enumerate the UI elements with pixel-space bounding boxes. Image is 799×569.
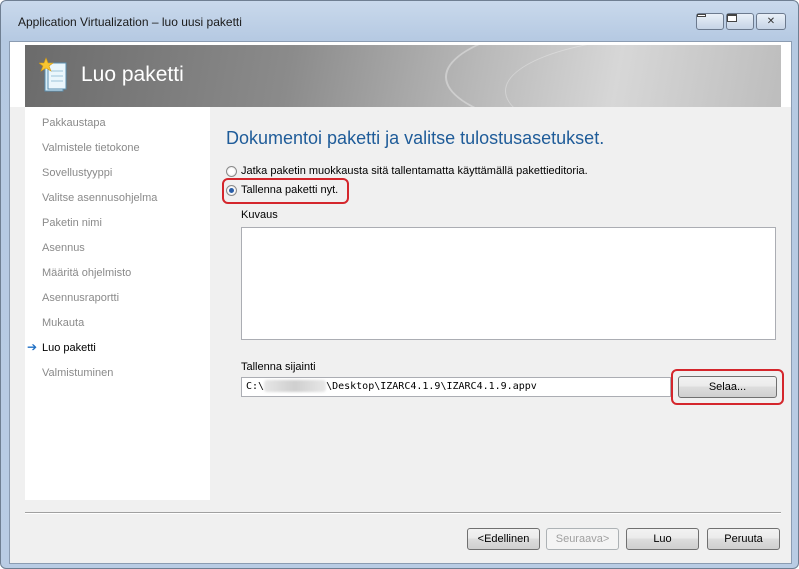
- header-banner: Luo paketti: [25, 45, 781, 107]
- footer-separator: [25, 512, 781, 514]
- left-margin: [10, 107, 25, 563]
- close-icon: ✕: [766, 16, 776, 27]
- radio-edit-package[interactable]: [226, 165, 237, 177]
- save-location-input[interactable]: C:\ \Desktop\IZARC4.1.9\IZARC4.1.9.appv: [241, 377, 671, 397]
- create-button[interactable]: Luo: [626, 528, 699, 550]
- description-label: Kuvaus: [241, 209, 278, 221]
- sidebar-item: Paketin nimi: [42, 217, 102, 229]
- sidebar-item: Määritä ohjelmisto: [42, 267, 132, 279]
- sidebar-item: Valmistele tietokone: [42, 142, 140, 154]
- redacted-username: [264, 380, 327, 392]
- wizard-client-area: Luo paketti Pakkaustapa Valmistele tieto…: [9, 41, 792, 564]
- highlight-box-save-option: [222, 178, 349, 204]
- current-step-arrow-icon: ➔: [27, 340, 38, 354]
- page-heading: Dokumentoi paketti ja valitse tulostusas…: [226, 128, 605, 148]
- sidebar-item: Asennusraportti: [42, 292, 120, 304]
- package-icon: [39, 57, 67, 92]
- path-prefix: C:\: [246, 381, 265, 392]
- highlight-box-browse: [671, 369, 784, 405]
- title-bar[interactable]: Application Virtualization – luo uusi pa…: [1, 1, 798, 41]
- sidebar-item-current: Luo paketti: [42, 342, 96, 354]
- application-window: Application Virtualization – luo uusi pa…: [0, 0, 799, 569]
- window-title: Application Virtualization – luo uusi pa…: [18, 15, 242, 29]
- sidebar-item: Asennus: [42, 242, 85, 254]
- maximize-icon: [727, 14, 737, 22]
- sidebar-item: Valitse asennusohjelma: [42, 192, 158, 204]
- option-edit-label: Jatka paketin muokkausta sitä tallentama…: [241, 165, 588, 177]
- minimize-button[interactable]: [696, 13, 724, 30]
- maximize-button[interactable]: [726, 13, 754, 30]
- minimize-icon: [697, 14, 706, 17]
- cancel-button[interactable]: Peruuta: [707, 528, 780, 550]
- path-suffix: \Desktop\IZARC4.1.9\IZARC4.1.9.appv: [326, 381, 537, 392]
- sidebar-item: Valmistuminen: [42, 367, 114, 379]
- banner-decoration-2: [505, 45, 781, 107]
- caption-buttons: ✕: [694, 13, 786, 30]
- save-location-label: Tallenna sijainti: [241, 361, 316, 373]
- sidebar-item: Sovellustyyppi: [42, 167, 113, 179]
- next-button[interactable]: Seuraava>: [546, 528, 619, 550]
- steps-sidebar: Pakkaustapa Valmistele tietokone Sovellu…: [25, 107, 210, 500]
- banner-title: Luo paketti: [81, 63, 184, 86]
- back-button[interactable]: <Edellinen: [467, 528, 540, 550]
- close-button[interactable]: ✕: [756, 13, 786, 30]
- option-edit-package[interactable]: Jatka paketin muokkausta sitä tallentama…: [226, 165, 588, 177]
- sidebar-item: Pakkaustapa: [42, 117, 106, 129]
- description-textarea[interactable]: [241, 227, 776, 340]
- right-margin: [781, 107, 791, 563]
- sidebar-item: Mukauta: [42, 317, 85, 329]
